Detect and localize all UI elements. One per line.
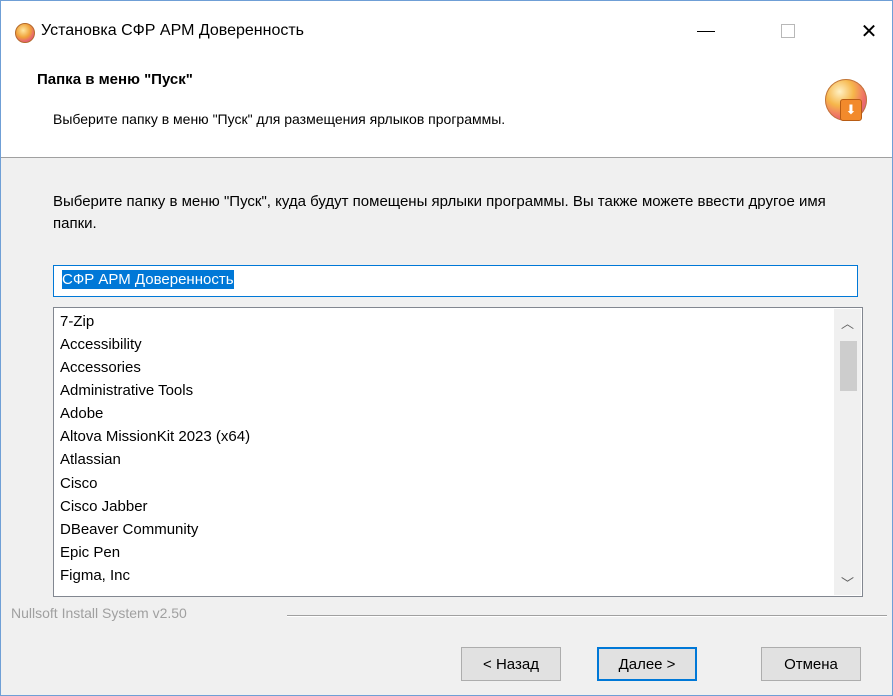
minimize-button[interactable] — [683, 11, 729, 51]
start-menu-folder-input[interactable]: СФР АРМ Доверенность — [53, 265, 858, 297]
window-title: Установка СФР АРМ Доверенность — [41, 22, 305, 39]
list-item[interactable]: Cisco — [60, 472, 98, 495]
close-button[interactable]: ✕ — [846, 11, 892, 51]
page-subtitle: Выберите папку в меню "Пуск" для размеще… — [53, 111, 506, 127]
nsis-branding: Nullsoft Install System v2.50 — [11, 605, 187, 621]
list-item[interactable]: 7-Zip — [60, 310, 94, 333]
installer-logo-icon: ⬇ — [825, 79, 867, 121]
selected-folder-text: СФР АРМ Доверенность — [62, 270, 234, 289]
vertical-scrollbar[interactable]: ︿ ﹀ — [834, 309, 861, 595]
footer-divider — [287, 615, 887, 617]
list-item[interactable]: Cisco Jabber — [60, 495, 148, 518]
folder-list[interactable]: 7-Zip Accessibility Accessories Administ… — [53, 307, 863, 597]
installer-window: Установка СФР АРМ Доверенность ✕ Папка в… — [0, 0, 893, 696]
title-bar[interactable]: Установка СФР АРМ Доверенность ✕ — [1, 1, 892, 57]
maximize-icon — [781, 24, 795, 38]
close-icon: ✕ — [860, 20, 878, 43]
list-item[interactable]: Altova MissionKit 2023 (x64) — [60, 425, 250, 448]
list-item[interactable]: Epic Pen — [60, 541, 120, 564]
list-item[interactable]: Accessories — [60, 356, 141, 379]
list-item[interactable]: Accessibility — [60, 333, 142, 356]
minimize-icon — [697, 30, 715, 32]
download-arrow-icon: ⬇ — [840, 99, 862, 121]
next-button[interactable]: Далее > — [597, 647, 697, 681]
scroll-down-icon[interactable]: ﹀ — [834, 569, 861, 595]
list-item[interactable]: Administrative Tools — [60, 379, 193, 402]
list-item[interactable]: Figma, Inc — [60, 564, 130, 587]
scroll-up-icon[interactable]: ︿ — [834, 309, 861, 335]
scrollbar-thumb[interactable] — [840, 341, 857, 391]
list-item[interactable]: DBeaver Community — [60, 518, 198, 541]
cancel-button[interactable]: Отмена — [761, 647, 861, 681]
back-button[interactable]: < Назад — [461, 647, 561, 681]
list-item[interactable]: Adobe — [60, 402, 103, 425]
page-header: Папка в меню "Пуск" Выберите папку в мен… — [1, 57, 892, 158]
maximize-button — [765, 11, 811, 51]
app-icon — [15, 23, 35, 43]
list-item[interactable]: Atlassian — [60, 448, 121, 471]
description-text: Выберите папку в меню "Пуск", куда будут… — [53, 193, 826, 232]
page-title: Папка в меню "Пуск" — [37, 71, 193, 88]
